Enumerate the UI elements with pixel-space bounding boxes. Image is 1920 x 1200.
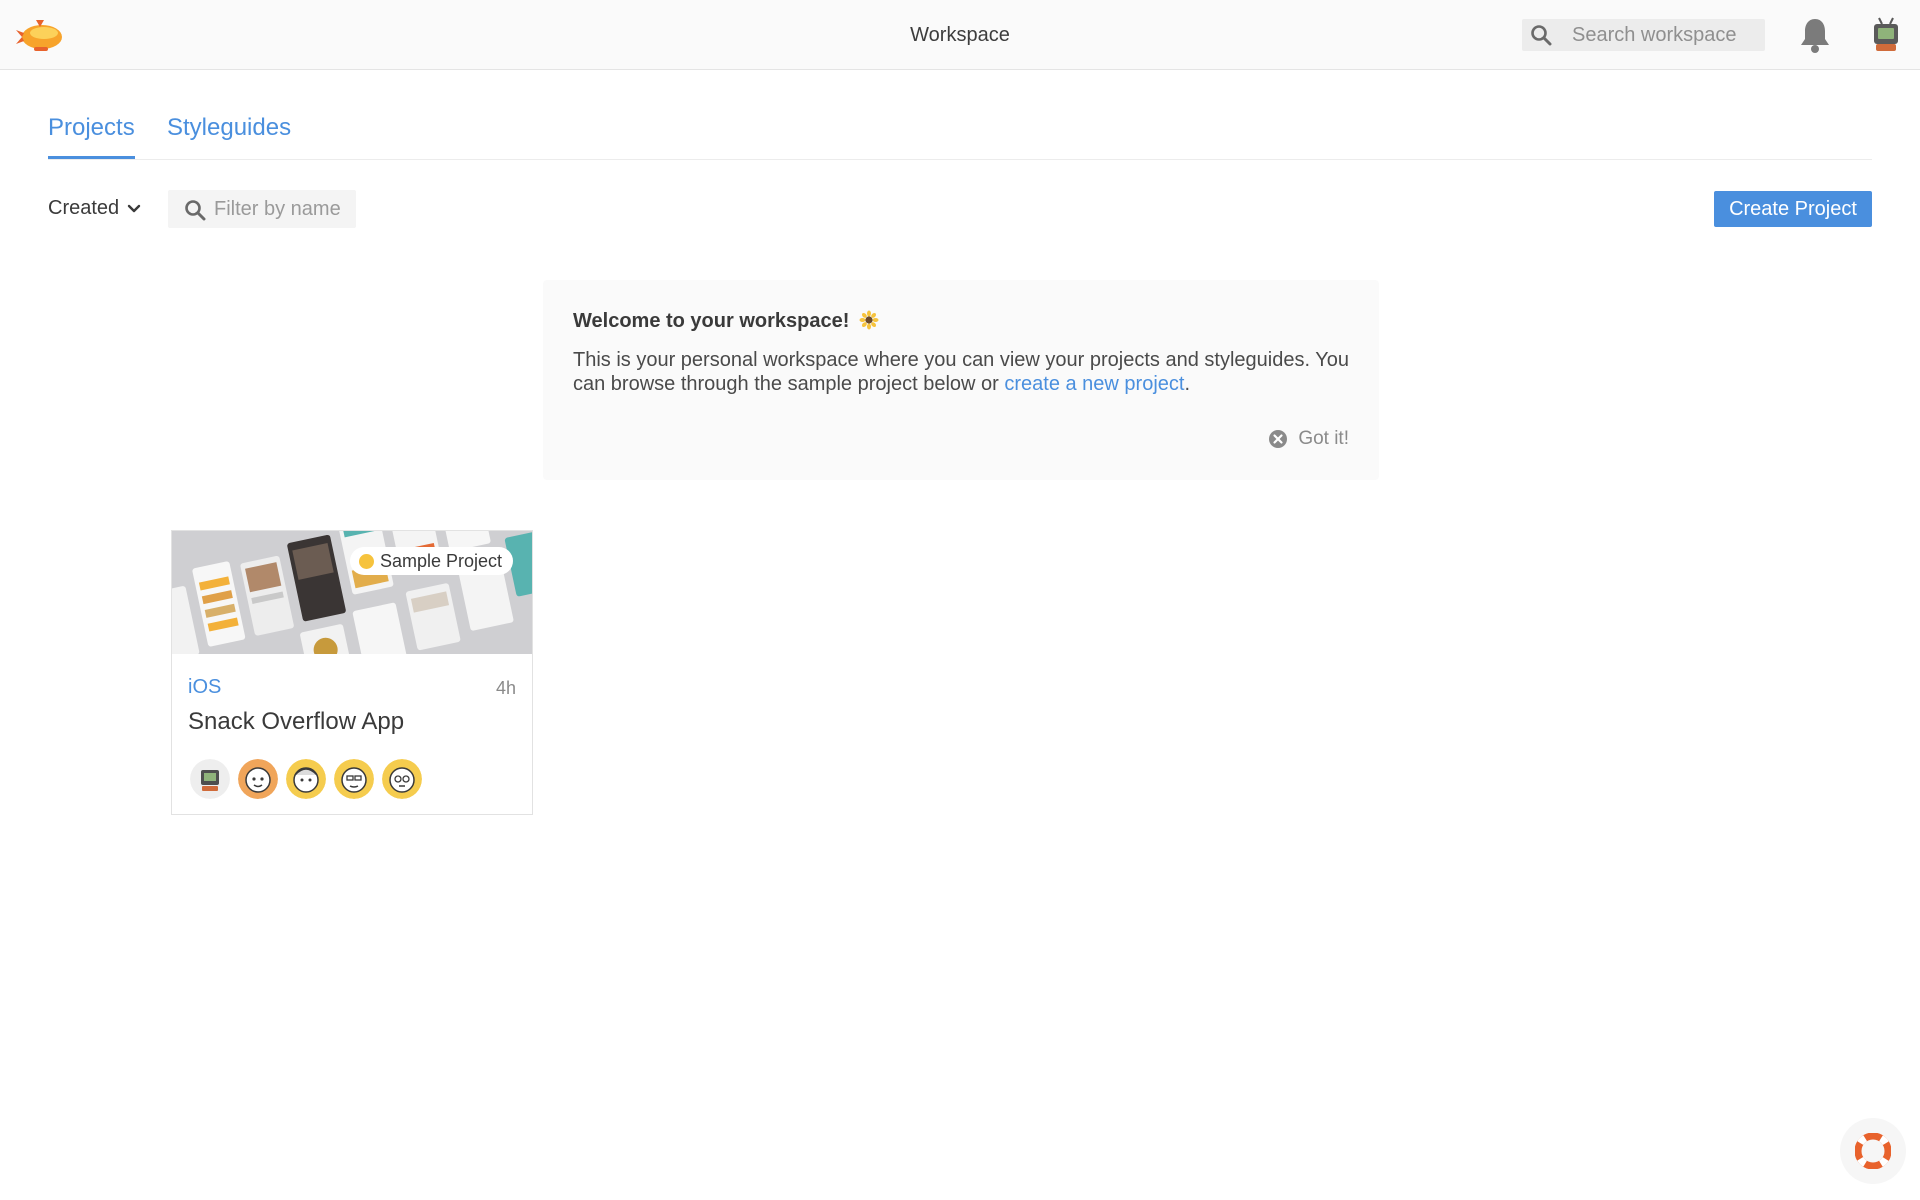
sort-dropdown[interactable]: Created xyxy=(48,197,141,220)
create-new-project-link[interactable]: create a new project xyxy=(1004,373,1184,395)
workspace-search[interactable] xyxy=(1522,19,1765,51)
search-icon xyxy=(1531,25,1552,46)
bell-icon[interactable] xyxy=(1797,16,1833,54)
avatar-orange-icon[interactable] xyxy=(238,759,278,799)
sort-label: Created xyxy=(48,197,120,219)
search-icon xyxy=(185,200,206,221)
filter-input[interactable] xyxy=(214,190,350,228)
tab-projects[interactable]: Projects xyxy=(48,114,135,160)
dismiss-label: Got it! xyxy=(1298,428,1349,449)
welcome-panel: Welcome to your workspace! This is your … xyxy=(543,280,1379,480)
project-updated-time: 4h xyxy=(495,678,516,698)
avatar-yellow-1-icon[interactable] xyxy=(286,759,326,799)
sample-badge-label: Sample Project xyxy=(380,551,503,571)
tab-styleguides[interactable]: Styleguides xyxy=(167,114,291,156)
filter-field[interactable] xyxy=(168,190,356,228)
project-card[interactable]: Sample Project iOS 4h Snack Overflow App xyxy=(171,530,533,815)
avatar-yellow-3-icon[interactable] xyxy=(382,759,422,799)
sample-project-badge: Sample Project xyxy=(350,547,514,575)
project-thumbnail: Sample Project xyxy=(172,531,532,654)
search-input[interactable] xyxy=(1572,19,1757,51)
top-bar: Workspace xyxy=(0,0,1920,70)
welcome-body-end: . xyxy=(1184,373,1191,395)
lifebuoy-icon xyxy=(1855,1133,1891,1169)
project-name: Snack Overflow App xyxy=(188,708,405,735)
welcome-title: Welcome to your workspace! xyxy=(573,310,879,333)
welcome-title-text: Welcome to your workspace! xyxy=(573,310,850,332)
avatar-tv-icon[interactable] xyxy=(190,759,230,799)
dismiss-welcome-button[interactable]: Got it! xyxy=(1268,428,1349,450)
chevron-down-icon xyxy=(127,204,141,212)
user-avatar-icon[interactable] xyxy=(1870,16,1902,54)
avatar-yellow-2-icon[interactable] xyxy=(334,759,374,799)
help-button[interactable] xyxy=(1840,1118,1906,1184)
tabs-divider xyxy=(48,159,1872,160)
close-circle-icon xyxy=(1269,430,1288,448)
welcome-body-text: This is your personal workspace where yo… xyxy=(573,349,1349,395)
welcome-body: This is your personal workspace where yo… xyxy=(573,348,1363,396)
sunflower-icon xyxy=(859,310,879,330)
project-platform: iOS xyxy=(188,676,222,698)
create-project-button[interactable]: Create Project xyxy=(1714,191,1872,227)
badge-dot-icon xyxy=(359,554,374,569)
